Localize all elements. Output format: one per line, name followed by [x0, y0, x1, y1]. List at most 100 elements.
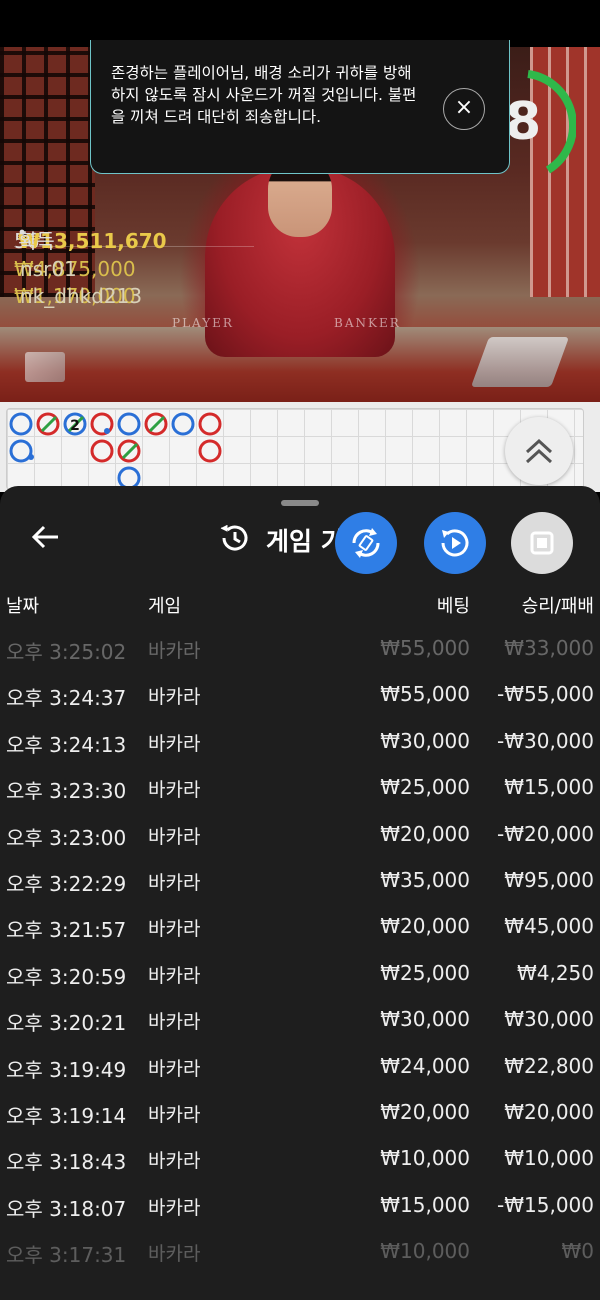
- col-date: 날짜: [6, 596, 40, 617]
- row-game: 바카라: [148, 825, 201, 848]
- table-banker-label: BANKER: [334, 316, 401, 330]
- row-bet: ₩20,000: [380, 821, 470, 846]
- table-row[interactable]: 오후 3:23:30 바카라 ₩25,000 ₩15,000: [0, 765, 600, 811]
- row-bet: ₩24,000: [380, 1053, 470, 1078]
- row-result: ₩15,000: [504, 775, 594, 800]
- table-row[interactable]: 오후 3:20:59 바카라 ₩25,000 ₩4,250: [0, 951, 600, 997]
- table-row[interactable]: 오후 3:25:02 바카라 ₩55,000 ₩33,000: [0, 626, 600, 672]
- row-result: ₩22,800: [504, 1053, 594, 1078]
- row-time: 오후 3:23:00: [6, 825, 127, 850]
- stop-button[interactable]: [511, 512, 573, 574]
- pair-dot: [28, 454, 34, 460]
- row-result: -₩15,000: [497, 1192, 594, 1217]
- row-game: 바카라: [148, 686, 201, 709]
- row-bet: ₩55,000: [380, 682, 470, 707]
- table-row[interactable]: 오후 3:21:57 바카라 ₩20,000 ₩45,000: [0, 904, 600, 950]
- tie-mark: [148, 415, 166, 433]
- winner-nick: nk_dhkd213: [20, 284, 143, 308]
- road-mark-banker: [198, 412, 222, 436]
- back-arrow-icon[interactable]: [30, 520, 64, 554]
- replay-icon: [441, 529, 469, 557]
- row-game: 바카라: [148, 1011, 201, 1034]
- chevron-up-icon[interactable]: [505, 417, 573, 485]
- table-row[interactable]: 오후 3:18:43 바카라 ₩10,000 ₩10,000: [0, 1136, 600, 1182]
- road-mark-player: [117, 466, 141, 489]
- row-result: ₩33,000: [504, 636, 594, 660]
- table-row[interactable]: 오후 3:18:07 바카라 ₩15,000 -₩15,000: [0, 1183, 600, 1229]
- row-bet: ₩10,000: [380, 1146, 470, 1171]
- bead-road[interactable]: 2: [6, 408, 584, 490]
- row-result: ₩20,000: [504, 1099, 594, 1124]
- table-row[interactable]: 오후 3:20:21 바카라 ₩30,000 ₩30,000: [0, 997, 600, 1043]
- table-row[interactable]: 오후 3:22:29 바카라 ₩35,000 ₩95,000: [0, 858, 600, 904]
- winners-list: 56 ₩13,511,670 획득 ₩4,875,000 nsr01 ₩1,17…: [14, 219, 254, 308]
- close-icon[interactable]: ×: [443, 88, 485, 130]
- countdown-timer-value: 8: [505, 92, 542, 152]
- row-game: 바카라: [148, 871, 201, 894]
- row-game: 바카라: [148, 1196, 201, 1219]
- row-game: 바카라: [148, 1150, 201, 1173]
- row-game: 바카라: [148, 1243, 201, 1266]
- history-table[interactable]: 오후 3:25:02 바카라 ₩55,000 ₩33,000 오후 3:24:3…: [0, 626, 600, 1275]
- row-time: 오후 3:24:13: [6, 732, 127, 757]
- table-row[interactable]: 오후 3:19:49 바카라 ₩24,000 ₩22,800: [0, 1044, 600, 1090]
- col-game: 게임: [148, 596, 182, 617]
- row-game: 바카라: [148, 779, 201, 802]
- sound-notice-toast: 존경하는 플레이어님, 배경 소리가 귀하를 방해하지 않도록 잠시 사운드가 …: [90, 40, 510, 174]
- replay-button[interactable]: [424, 512, 486, 574]
- road-mark-player: [9, 439, 33, 463]
- row-game: 바카라: [148, 1103, 201, 1126]
- road-mark-player: [117, 412, 141, 436]
- row-bet: ₩55,000: [380, 636, 470, 660]
- row-time: 오후 3:17:31: [6, 1243, 127, 1268]
- row-bet: ₩15,000: [380, 1192, 470, 1217]
- drag-handle[interactable]: [281, 500, 319, 506]
- row-time: 오후 3:22:29: [6, 871, 127, 896]
- row-time: 오후 3:25:02: [6, 640, 127, 664]
- row-time: 오후 3:24:37: [6, 686, 127, 711]
- road-mark-player: [171, 412, 195, 436]
- table-row[interactable]: 오후 3:19:14 바카라 ₩20,000 ₩20,000: [0, 1090, 600, 1136]
- winner-entry: ₩4,875,000 nsr01: [14, 247, 254, 281]
- table-header: 날짜 게임 베팅 승리/패배: [0, 592, 600, 622]
- row-bet: ₩25,000: [380, 775, 470, 800]
- pair-dot: [104, 428, 110, 434]
- tie-mark: [40, 415, 58, 433]
- col-result: 승리/패배: [521, 596, 594, 617]
- row-bet: ₩10,000: [380, 1239, 470, 1264]
- row-result: -₩55,000: [497, 682, 594, 707]
- row-time: 오후 3:23:30: [6, 779, 127, 804]
- rotate-button[interactable]: [335, 512, 397, 574]
- row-time: 오후 3:18:43: [6, 1150, 127, 1175]
- row-game: 바카라: [148, 1057, 201, 1080]
- row-game: 바카라: [148, 640, 201, 662]
- road-mark-player: [9, 412, 33, 436]
- table-row[interactable]: 오후 3:24:37 바카라 ₩55,000 -₩55,000: [0, 672, 600, 718]
- table-row[interactable]: 오후 3:24:13 바카라 ₩30,000 -₩30,000: [0, 719, 600, 765]
- table-row[interactable]: 오후 3:17:31 바카라 ₩10,000 ₩0: [0, 1229, 600, 1275]
- history-icon: [220, 525, 248, 551]
- row-game: 바카라: [148, 918, 201, 941]
- row-result: -₩20,000: [497, 821, 594, 846]
- row-game: 바카라: [148, 732, 201, 755]
- tie-mark: [121, 442, 139, 460]
- row-bet: ₩20,000: [380, 914, 470, 939]
- row-result: ₩4,250: [516, 960, 594, 985]
- table-row[interactable]: 오후 3:23:00 바카라 ₩20,000 -₩20,000: [0, 812, 600, 858]
- winners-summary: 56 ₩13,511,670 획득: [14, 219, 254, 253]
- row-bet: ₩30,000: [380, 728, 470, 753]
- row-result: ₩95,000: [504, 867, 594, 892]
- game-history-panel: 게임 기 날짜 게임 베팅 승리/패배 오후 3:25:02 바카라 ₩55,0…: [0, 486, 600, 1300]
- row-time: 오후 3:20:59: [6, 964, 127, 989]
- row-game: 바카라: [148, 964, 201, 987]
- row-result: ₩0: [561, 1239, 595, 1264]
- row-time: 오후 3:20:21: [6, 1011, 127, 1036]
- row-time: 오후 3:18:07: [6, 1196, 127, 1221]
- panel-title: 게임 기: [266, 527, 344, 556]
- table-player-label: PLAYER: [172, 316, 234, 330]
- row-result: ₩10,000: [504, 1146, 594, 1171]
- road-marks: 2: [9, 412, 222, 489]
- col-bet: 베팅: [436, 596, 470, 617]
- row-result: -₩30,000: [497, 728, 594, 753]
- winner-entry: ₩1,170,000 nk_dhkd213: [14, 274, 254, 308]
